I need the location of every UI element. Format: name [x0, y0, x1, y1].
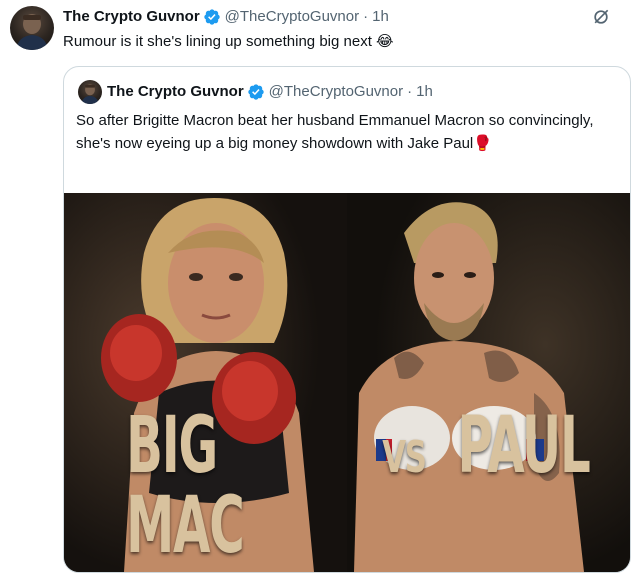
- poster-headline: BIG MAC VS PAUL: [64, 406, 630, 566]
- author-name[interactable]: The Crypto Guvnor: [63, 7, 200, 27]
- quoted-author-name: The Crypto Guvnor: [107, 83, 244, 100]
- tweet-text: Rumour is it she's lining up something b…: [63, 33, 394, 50]
- headline-right: PAUL: [457, 401, 590, 491]
- quoted-author-avatar: [78, 80, 102, 104]
- avatar-image: [16, 14, 48, 50]
- quoted-tweet-time: 1h: [416, 83, 433, 100]
- tweet-header: The Crypto Guvnor @TheCryptoGuvnor · 1h: [63, 7, 389, 27]
- grok-icon[interactable]: [590, 6, 612, 28]
- verified-badge-icon: [247, 84, 264, 100]
- author-avatar[interactable]: [10, 6, 54, 50]
- verified-badge-icon[interactable]: [203, 8, 221, 26]
- quoted-tweet-text: So after Brigitte Macron beat her husban…: [76, 112, 594, 152]
- quoted-author-handle: @TheCryptoGuvnor: [268, 83, 404, 100]
- headline-left: BIG MAC: [126, 401, 245, 571]
- headline-vs: VS: [382, 432, 427, 483]
- author-handle[interactable]: @TheCryptoGuvnor: [225, 7, 359, 27]
- quoted-tweet-media[interactable]: BIG MAC VS PAUL: [64, 193, 630, 572]
- quoted-tweet-header: The Crypto Guvnor @TheCryptoGuvnor · 1h: [107, 82, 433, 102]
- avatar-image: [81, 84, 99, 104]
- separator-dot: ·: [363, 8, 369, 25]
- separator-dot: ·: [407, 83, 413, 100]
- tweet-time[interactable]: 1h: [372, 7, 389, 27]
